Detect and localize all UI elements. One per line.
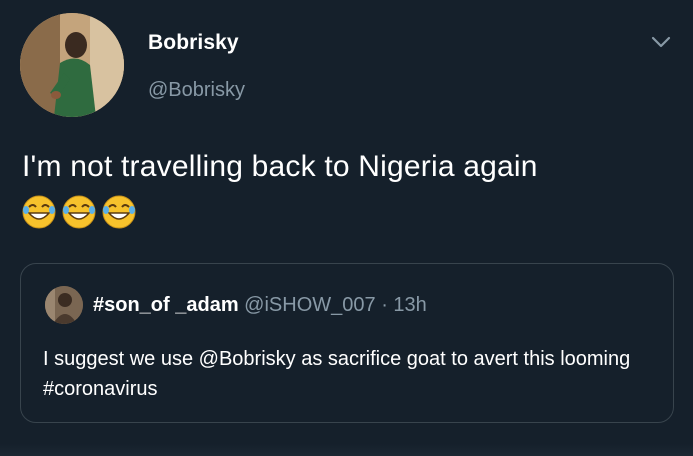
author-display-name[interactable]: Bobrisky <box>148 31 239 55</box>
author-handle[interactable]: @Bobrisky <box>148 79 245 102</box>
face-with-tears-of-joy-icon <box>62 195 96 229</box>
cropped-next-content <box>0 444 693 456</box>
quoted-author-handle[interactable]: @iSHOW_007 <box>244 294 375 316</box>
tweet-text: I'm not travelling back to Nigeria again <box>22 150 538 183</box>
quoted-tweet-header: #son_of _adam @iSHOW_007 · 13h <box>93 294 427 317</box>
quoted-tweet-text: I suggest we use @Bobrisky as sacrifice … <box>43 348 631 400</box>
quoted-tweet-timestamp[interactable]: 13h <box>393 294 426 316</box>
author-avatar[interactable] <box>20 13 124 117</box>
profile-photo-icon <box>45 286 83 324</box>
profile-photo-icon <box>20 13 124 117</box>
chevron-down-icon[interactable] <box>649 30 673 54</box>
quoted-author-display-name[interactable]: #son_of _adam <box>93 294 239 316</box>
quoted-author-avatar[interactable] <box>45 286 83 324</box>
emoji-row <box>20 193 138 233</box>
face-with-tears-of-joy-icon <box>22 195 56 229</box>
quoted-tweet-card[interactable]: #son_of _adam @iSHOW_007 · 13h I suggest… <box>20 263 674 423</box>
tweet-card: Bobrisky @Bobrisky I'm not travelling ba… <box>0 0 693 456</box>
meta-separator: · <box>375 294 394 316</box>
face-with-tears-of-joy-icon <box>102 195 136 229</box>
